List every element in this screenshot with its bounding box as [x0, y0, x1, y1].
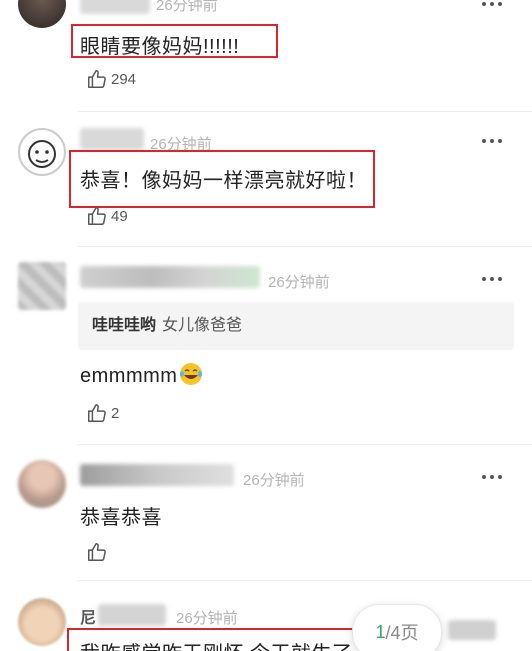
quoted-reply[interactable]: 哇哇哇哟 女儿像爸爸: [78, 302, 514, 350]
comment-text: 恭喜！像妈妈一样漂亮就好啦！: [80, 170, 367, 192]
cartoon-avatar-icon: [28, 140, 56, 168]
avatar[interactable]: [18, 460, 66, 508]
thumbs-up-icon: [88, 543, 106, 561]
blurred-element: [448, 620, 496, 640]
divider: [78, 444, 532, 445]
username-blurred[interactable]: [80, 266, 260, 288]
timestamp: 26分钟前: [156, 0, 218, 14]
divider: [78, 111, 532, 112]
timestamp: 26分钟前: [176, 610, 238, 627]
thumbs-up-icon: [88, 404, 106, 422]
like-button[interactable]: [86, 541, 111, 563]
like-count: 49: [111, 207, 128, 225]
laughing-tears-emoji-icon: [180, 363, 203, 385]
page-indicator[interactable]: 1/4页: [352, 604, 442, 651]
username-blurred[interactable]: [98, 604, 166, 626]
like-button[interactable]: 49: [86, 205, 128, 227]
quote-author[interactable]: 哇哇哇哟: [78, 317, 156, 334]
like-count: 294: [111, 70, 137, 88]
like-button[interactable]: 2: [86, 402, 119, 424]
timestamp: 26分钟前: [243, 472, 305, 489]
more-dots-icon[interactable]: [482, 2, 502, 6]
avatar[interactable]: [18, 0, 66, 28]
thumbs-up-icon: [88, 70, 106, 88]
avatar[interactable]: [18, 128, 66, 176]
username-blurred[interactable]: [80, 464, 234, 486]
avatar[interactable]: [18, 262, 66, 310]
comment-text-content: emmmmm: [80, 365, 178, 387]
comment-text: 眼睛要像妈妈!!!!!!: [80, 36, 240, 58]
thumbs-up-icon: [88, 207, 106, 225]
comment-text: 我昨感觉昨天刚怀 今天就生了: [80, 637, 353, 651]
quote-text: 女儿像爸爸: [162, 317, 243, 334]
total-pages: /4页: [385, 623, 419, 643]
username-partial[interactable]: 尼: [80, 604, 97, 628]
timestamp: 26分钟前: [268, 274, 330, 291]
like-button[interactable]: 294: [86, 68, 136, 90]
username-blurred[interactable]: [80, 0, 150, 14]
comment-text: emmmmm: [80, 362, 203, 388]
comment-text: 恭喜恭喜: [80, 507, 162, 529]
avatar[interactable]: [18, 598, 66, 646]
more-dots-icon[interactable]: [482, 277, 502, 281]
current-page: 1: [375, 621, 386, 642]
like-count: 2: [111, 404, 120, 422]
comment-list: 26分钟前 眼睛要像妈妈!!!!!! 294 26分钟前 恭喜！像妈妈一样漂亮就…: [0, 0, 532, 651]
more-dots-icon[interactable]: [482, 475, 502, 479]
more-dots-icon[interactable]: [482, 139, 502, 143]
username-blurred[interactable]: [80, 128, 144, 150]
divider: [78, 580, 532, 581]
divider: [78, 246, 532, 247]
